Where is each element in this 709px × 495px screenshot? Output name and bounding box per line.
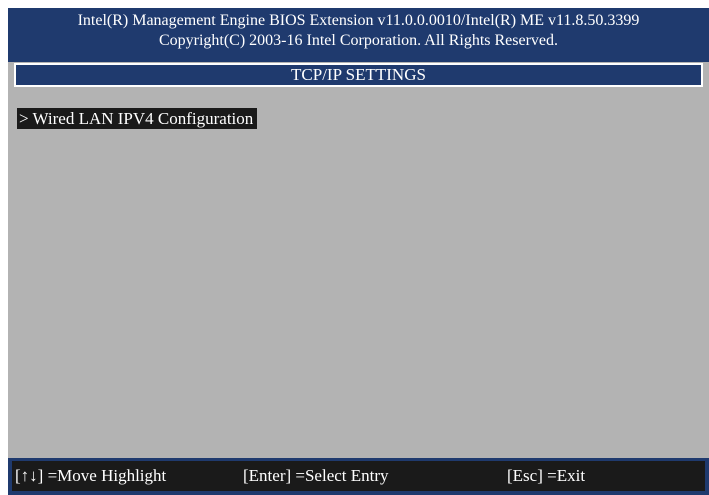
exit-hint[interactable]: [Esc] =Exit	[507, 461, 585, 491]
bios-header: Intel(R) Management Engine BIOS Extensio…	[8, 8, 709, 62]
select-entry-hint[interactable]: [Enter] =Select Entry	[243, 461, 389, 491]
bios-screen: Intel(R) Management Engine BIOS Extensio…	[8, 8, 709, 495]
footer-bar: [↑↓] =Move Highlight [Enter] =Select Ent…	[8, 458, 709, 495]
move-highlight-hint[interactable]: [↑↓] =Move Highlight	[15, 461, 166, 491]
header-copyright-text: Copyright(C) 2003-16 Intel Corporation. …	[158, 32, 559, 49]
page-title: TCP/IP SETTINGS	[14, 63, 703, 87]
header-version-text: Intel(R) Management Engine BIOS Extensio…	[77, 12, 640, 29]
menu-item-wired-lan-ipv4[interactable]: > Wired LAN IPV4 Configuration	[17, 108, 258, 129]
footer-keys: [↑↓] =Move Highlight [Enter] =Select Ent…	[12, 461, 705, 491]
